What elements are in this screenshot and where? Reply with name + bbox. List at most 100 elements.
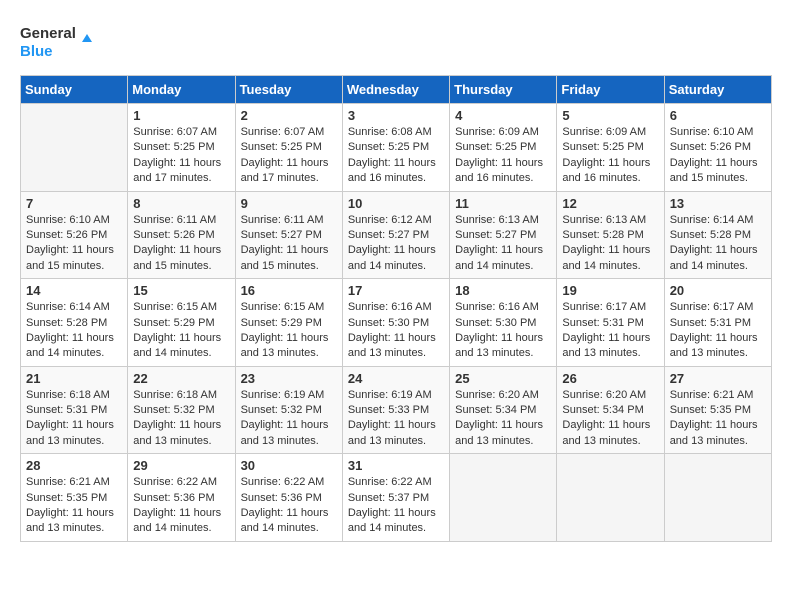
day-number: 30 bbox=[241, 458, 337, 473]
sunrise-label: Sunrise: 6:07 AM bbox=[241, 126, 325, 138]
sunset-label: Sunset: 5:27 PM bbox=[348, 229, 429, 241]
day-number: 4 bbox=[455, 108, 551, 123]
sunset-label: Sunset: 5:32 PM bbox=[241, 404, 322, 416]
sunset-label: Sunset: 5:34 PM bbox=[455, 404, 536, 416]
daylight-label: Daylight: 11 hours and 15 minutes. bbox=[133, 244, 221, 271]
day-info: Sunrise: 6:10 AM Sunset: 5:26 PM Dayligh… bbox=[670, 125, 766, 187]
calendar-cell: 9 Sunrise: 6:11 AM Sunset: 5:27 PM Dayli… bbox=[235, 191, 342, 279]
sunset-label: Sunset: 5:30 PM bbox=[455, 317, 536, 329]
calendar-cell: 3 Sunrise: 6:08 AM Sunset: 5:25 PM Dayli… bbox=[342, 104, 449, 192]
day-info: Sunrise: 6:10 AM Sunset: 5:26 PM Dayligh… bbox=[26, 213, 122, 275]
daylight-label: Daylight: 11 hours and 15 minutes. bbox=[670, 157, 758, 184]
calendar-cell: 2 Sunrise: 6:07 AM Sunset: 5:25 PM Dayli… bbox=[235, 104, 342, 192]
day-info: Sunrise: 6:22 AM Sunset: 5:36 PM Dayligh… bbox=[133, 475, 229, 537]
calendar-week-row: 1 Sunrise: 6:07 AM Sunset: 5:25 PM Dayli… bbox=[21, 104, 772, 192]
sunrise-label: Sunrise: 6:12 AM bbox=[348, 214, 432, 226]
day-info: Sunrise: 6:09 AM Sunset: 5:25 PM Dayligh… bbox=[455, 125, 551, 187]
sunset-label: Sunset: 5:28 PM bbox=[26, 317, 107, 329]
sunrise-label: Sunrise: 6:22 AM bbox=[241, 476, 325, 488]
daylight-label: Daylight: 11 hours and 13 minutes. bbox=[26, 419, 114, 446]
day-info: Sunrise: 6:08 AM Sunset: 5:25 PM Dayligh… bbox=[348, 125, 444, 187]
daylight-label: Daylight: 11 hours and 13 minutes. bbox=[241, 332, 329, 359]
calendar-cell: 30 Sunrise: 6:22 AM Sunset: 5:36 PM Dayl… bbox=[235, 454, 342, 542]
sunrise-label: Sunrise: 6:11 AM bbox=[241, 214, 324, 226]
day-number: 11 bbox=[455, 196, 551, 211]
day-number: 27 bbox=[670, 371, 766, 386]
calendar-cell: 15 Sunrise: 6:15 AM Sunset: 5:29 PM Dayl… bbox=[128, 279, 235, 367]
daylight-label: Daylight: 11 hours and 14 minutes. bbox=[26, 332, 114, 359]
sunset-label: Sunset: 5:25 PM bbox=[455, 141, 536, 153]
svg-text:Blue: Blue bbox=[20, 43, 53, 60]
day-number: 19 bbox=[562, 283, 658, 298]
daylight-label: Daylight: 11 hours and 13 minutes. bbox=[348, 419, 436, 446]
day-info: Sunrise: 6:15 AM Sunset: 5:29 PM Dayligh… bbox=[133, 300, 229, 362]
logo-icon: General Blue bbox=[20, 20, 100, 65]
day-info: Sunrise: 6:13 AM Sunset: 5:28 PM Dayligh… bbox=[562, 213, 658, 275]
day-number: 12 bbox=[562, 196, 658, 211]
sunrise-label: Sunrise: 6:14 AM bbox=[670, 214, 754, 226]
calendar-cell: 5 Sunrise: 6:09 AM Sunset: 5:25 PM Dayli… bbox=[557, 104, 664, 192]
calendar-week-row: 28 Sunrise: 6:21 AM Sunset: 5:35 PM Dayl… bbox=[21, 454, 772, 542]
day-info: Sunrise: 6:18 AM Sunset: 5:31 PM Dayligh… bbox=[26, 388, 122, 450]
sunrise-label: Sunrise: 6:08 AM bbox=[348, 126, 432, 138]
calendar-cell: 22 Sunrise: 6:18 AM Sunset: 5:32 PM Dayl… bbox=[128, 366, 235, 454]
calendar-cell: 24 Sunrise: 6:19 AM Sunset: 5:33 PM Dayl… bbox=[342, 366, 449, 454]
day-number: 9 bbox=[241, 196, 337, 211]
daylight-label: Daylight: 11 hours and 16 minutes. bbox=[348, 157, 436, 184]
day-info: Sunrise: 6:19 AM Sunset: 5:33 PM Dayligh… bbox=[348, 388, 444, 450]
day-info: Sunrise: 6:11 AM Sunset: 5:27 PM Dayligh… bbox=[241, 213, 337, 275]
calendar-cell: 31 Sunrise: 6:22 AM Sunset: 5:37 PM Dayl… bbox=[342, 454, 449, 542]
daylight-label: Daylight: 11 hours and 17 minutes. bbox=[241, 157, 329, 184]
day-number: 8 bbox=[133, 196, 229, 211]
sunrise-label: Sunrise: 6:16 AM bbox=[455, 301, 539, 313]
sunset-label: Sunset: 5:37 PM bbox=[348, 492, 429, 504]
sunrise-label: Sunrise: 6:19 AM bbox=[241, 389, 325, 401]
page-header: General Blue bbox=[20, 20, 772, 65]
day-info: Sunrise: 6:07 AM Sunset: 5:25 PM Dayligh… bbox=[241, 125, 337, 187]
daylight-label: Daylight: 11 hours and 16 minutes. bbox=[455, 157, 543, 184]
day-number: 6 bbox=[670, 108, 766, 123]
day-number: 5 bbox=[562, 108, 658, 123]
daylight-label: Daylight: 11 hours and 13 minutes. bbox=[26, 507, 114, 534]
sunrise-label: Sunrise: 6:11 AM bbox=[133, 214, 216, 226]
day-number: 22 bbox=[133, 371, 229, 386]
sunrise-label: Sunrise: 6:21 AM bbox=[26, 476, 110, 488]
calendar-cell: 26 Sunrise: 6:20 AM Sunset: 5:34 PM Dayl… bbox=[557, 366, 664, 454]
daylight-label: Daylight: 11 hours and 13 minutes. bbox=[133, 419, 221, 446]
daylight-label: Daylight: 11 hours and 13 minutes. bbox=[562, 332, 650, 359]
day-info: Sunrise: 6:16 AM Sunset: 5:30 PM Dayligh… bbox=[348, 300, 444, 362]
calendar-cell: 10 Sunrise: 6:12 AM Sunset: 5:27 PM Dayl… bbox=[342, 191, 449, 279]
day-info: Sunrise: 6:17 AM Sunset: 5:31 PM Dayligh… bbox=[670, 300, 766, 362]
day-info: Sunrise: 6:19 AM Sunset: 5:32 PM Dayligh… bbox=[241, 388, 337, 450]
day-number: 2 bbox=[241, 108, 337, 123]
daylight-label: Daylight: 11 hours and 13 minutes. bbox=[670, 419, 758, 446]
calendar-cell: 27 Sunrise: 6:21 AM Sunset: 5:35 PM Dayl… bbox=[664, 366, 771, 454]
day-number: 24 bbox=[348, 371, 444, 386]
day-number: 1 bbox=[133, 108, 229, 123]
sunrise-label: Sunrise: 6:20 AM bbox=[455, 389, 539, 401]
sunrise-label: Sunrise: 6:16 AM bbox=[348, 301, 432, 313]
sunset-label: Sunset: 5:26 PM bbox=[26, 229, 107, 241]
day-number: 31 bbox=[348, 458, 444, 473]
day-number: 28 bbox=[26, 458, 122, 473]
sunrise-label: Sunrise: 6:10 AM bbox=[26, 214, 110, 226]
calendar-cell: 16 Sunrise: 6:15 AM Sunset: 5:29 PM Dayl… bbox=[235, 279, 342, 367]
daylight-label: Daylight: 11 hours and 13 minutes. bbox=[455, 419, 543, 446]
sunset-label: Sunset: 5:29 PM bbox=[133, 317, 214, 329]
calendar-cell: 7 Sunrise: 6:10 AM Sunset: 5:26 PM Dayli… bbox=[21, 191, 128, 279]
daylight-label: Daylight: 11 hours and 14 minutes. bbox=[348, 244, 436, 271]
sunset-label: Sunset: 5:31 PM bbox=[562, 317, 643, 329]
calendar-cell: 17 Sunrise: 6:16 AM Sunset: 5:30 PM Dayl… bbox=[342, 279, 449, 367]
sunrise-label: Sunrise: 6:18 AM bbox=[133, 389, 217, 401]
day-number: 15 bbox=[133, 283, 229, 298]
calendar-cell: 29 Sunrise: 6:22 AM Sunset: 5:36 PM Dayl… bbox=[128, 454, 235, 542]
sunset-label: Sunset: 5:36 PM bbox=[133, 492, 214, 504]
sunrise-label: Sunrise: 6:17 AM bbox=[562, 301, 646, 313]
calendar-cell: 12 Sunrise: 6:13 AM Sunset: 5:28 PM Dayl… bbox=[557, 191, 664, 279]
calendar-cell: 20 Sunrise: 6:17 AM Sunset: 5:31 PM Dayl… bbox=[664, 279, 771, 367]
sunset-label: Sunset: 5:25 PM bbox=[562, 141, 643, 153]
calendar-cell: 28 Sunrise: 6:21 AM Sunset: 5:35 PM Dayl… bbox=[21, 454, 128, 542]
sunset-label: Sunset: 5:27 PM bbox=[241, 229, 322, 241]
sunset-label: Sunset: 5:35 PM bbox=[26, 492, 107, 504]
day-number: 21 bbox=[26, 371, 122, 386]
